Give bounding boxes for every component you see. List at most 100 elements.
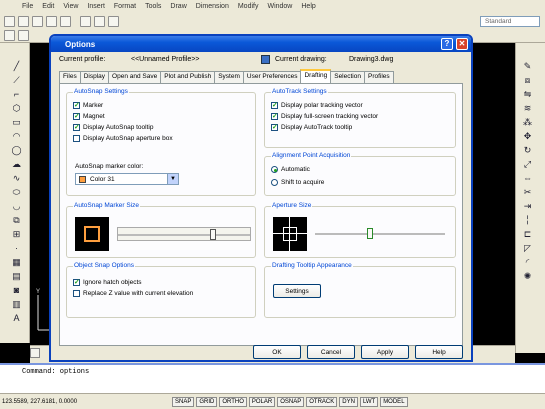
checkbox-row[interactable]: Display AutoSnap aperture box (73, 135, 173, 142)
layer-state-icon[interactable] (18, 30, 29, 41)
checkbox-row[interactable]: Replace Z value with current elevation (73, 290, 193, 297)
checkbox[interactable]: ✓ (73, 102, 80, 109)
spline-icon[interactable]: ∿ (11, 173, 22, 184)
radio-row[interactable]: Shift to acquire (271, 179, 324, 186)
checkbox[interactable]: ✓ (271, 113, 278, 120)
array-icon[interactable]: ⁂ (522, 117, 533, 128)
status-toggle-model[interactable]: MODEL (380, 396, 408, 407)
status-toggle-lwt[interactable]: LWT (359, 396, 379, 407)
arc-icon[interactable]: ◠ (11, 131, 22, 142)
menu-item[interactable]: View (63, 3, 78, 10)
status-toggle-ortho[interactable]: ORTHO (219, 396, 247, 407)
radio-button[interactable] (271, 166, 278, 173)
fillet-icon[interactable]: ◜ (522, 257, 533, 268)
menu-item[interactable]: Help (301, 3, 315, 10)
region-icon[interactable]: ◙ (11, 285, 22, 296)
checkbox[interactable] (73, 290, 80, 297)
cancel-button[interactable]: Cancel (307, 345, 355, 359)
tooltip-settings-button[interactable]: Settings (273, 284, 321, 298)
polygon-icon[interactable]: ⬡ (11, 103, 22, 114)
menu-item[interactable]: Format (114, 3, 136, 10)
gradient-icon[interactable]: ▤ (11, 271, 22, 282)
extend-icon[interactable]: ⇥ (522, 201, 533, 212)
rotate-icon[interactable]: ↻ (522, 145, 533, 156)
chevron-down-icon[interactable]: ▼ (167, 174, 178, 184)
break-icon[interactable]: ╎ (522, 215, 533, 226)
checkbox-row[interactable]: ✓ Ignore hatch objects (73, 279, 142, 286)
point-icon[interactable]: · (11, 243, 22, 254)
tab-system[interactable]: System (214, 71, 244, 83)
radio-button[interactable] (271, 179, 278, 186)
menu-item[interactable]: Insert (87, 3, 105, 10)
revcloud-icon[interactable]: ☁ (11, 159, 22, 170)
tab-open-and-save[interactable]: Open and Save (108, 71, 162, 83)
tab-scroll-left-icon[interactable] (30, 348, 40, 358)
help-button[interactable]: Help (415, 345, 463, 359)
menu-item[interactable]: Window (267, 3, 292, 10)
print-icon[interactable] (46, 16, 57, 27)
cut-icon[interactable] (80, 16, 91, 27)
checkbox[interactable]: ✓ (271, 102, 278, 109)
chamfer-icon[interactable]: ◸ (522, 243, 533, 254)
copy-object-icon[interactable]: ⧈ (522, 75, 533, 86)
help-title-button[interactable]: ? (441, 38, 453, 50)
checkbox[interactable]: ✓ (73, 113, 80, 120)
marker-size-slider[interactable] (117, 227, 251, 241)
menu-item[interactable]: Tools (145, 3, 161, 10)
menu-item[interactable]: Modify (238, 3, 259, 10)
checkbox[interactable]: ✓ (271, 124, 278, 131)
save-icon[interactable] (32, 16, 43, 27)
make-block-icon[interactable]: ⊞ (11, 229, 22, 240)
checkbox-row[interactable]: ✓ Display AutoSnap tooltip (73, 124, 153, 131)
apply-button[interactable]: Apply (361, 345, 409, 359)
aperture-slider-thumb[interactable] (367, 228, 373, 239)
multiline-text-icon[interactable]: A (11, 313, 22, 324)
checkbox-row[interactable]: ✓ Display full-screen tracking vector (271, 113, 378, 120)
tab-plot-and-publish[interactable]: Plot and Publish (160, 71, 216, 83)
radio-row[interactable]: Automatic (271, 166, 310, 173)
tab-user-preferences[interactable]: User Preferences (242, 71, 302, 83)
aperture-size-slider[interactable] (315, 227, 449, 241)
new-file-icon[interactable] (4, 16, 15, 27)
style-select[interactable]: Standard (480, 16, 540, 27)
trim-icon[interactable]: ✂ (522, 187, 533, 198)
checkbox-row[interactable]: ✓ Marker (73, 102, 103, 109)
open-file-icon[interactable] (18, 16, 29, 27)
stretch-icon[interactable]: ⇔ (522, 173, 533, 184)
status-toggle-dyn[interactable]: DYN (339, 396, 358, 407)
status-toggle-osnap[interactable]: OSNAP (277, 396, 305, 407)
ellipse-arc-icon[interactable]: ◡ (11, 201, 22, 212)
insert-block-icon[interactable]: ⧉ (11, 215, 22, 226)
menu-item[interactable]: Draw (170, 3, 186, 10)
checkbox[interactable]: ✓ (73, 279, 80, 286)
erase-icon[interactable]: ✎ (522, 61, 533, 72)
marker-slider-thumb[interactable] (210, 229, 216, 240)
paste-icon[interactable] (108, 16, 119, 27)
status-toggle-otrack[interactable]: OTRACK (306, 396, 338, 407)
offset-icon[interactable]: ≋ (522, 103, 533, 114)
tab-drafting[interactable]: Drafting (300, 69, 332, 83)
menu-item[interactable]: File (22, 3, 33, 10)
tab-selection[interactable]: Selection (330, 71, 365, 83)
checkbox-row[interactable]: ✓ Display polar tracking vector (271, 102, 363, 109)
mirror-icon[interactable]: ⇋ (522, 89, 533, 100)
close-icon[interactable]: ✕ (456, 38, 468, 50)
construction-line-icon[interactable]: ⟋ (11, 75, 22, 86)
menu-item[interactable]: Dimension (196, 3, 229, 10)
checkbox[interactable] (73, 135, 80, 142)
ok-button[interactable]: OK (253, 345, 301, 359)
tab-profiles[interactable]: Profiles (363, 71, 394, 83)
join-icon[interactable]: ⊏ (522, 229, 533, 240)
tab-files[interactable]: Files (59, 71, 81, 83)
preview-icon[interactable] (60, 16, 71, 27)
explode-icon[interactable]: ✺ (522, 271, 533, 282)
status-toggle-polar[interactable]: POLAR (248, 396, 276, 407)
ellipse-icon[interactable]: ⬭ (11, 187, 22, 198)
command-line[interactable]: Command: options (0, 363, 545, 393)
status-toggle-grid[interactable]: GRID (196, 396, 218, 407)
checkbox-row[interactable]: ✓ Magnet (73, 113, 105, 120)
marker-color-select[interactable]: Color 31 ▼ (75, 173, 179, 185)
move-icon[interactable]: ✥ (522, 131, 533, 142)
layer-icon[interactable] (4, 30, 15, 41)
menu-item[interactable]: Edit (42, 3, 54, 10)
